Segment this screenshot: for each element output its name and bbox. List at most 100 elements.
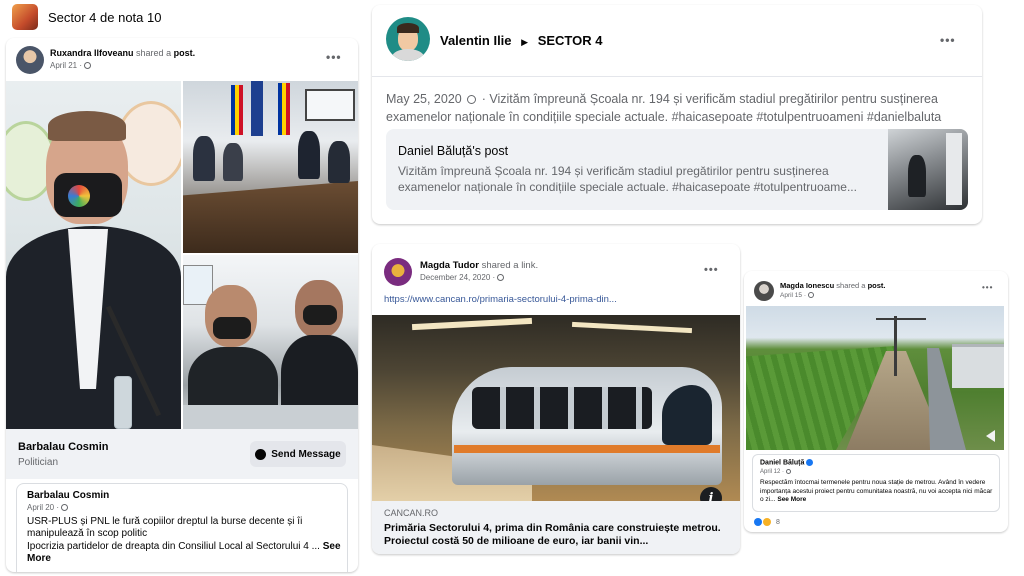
inner-date-link[interactable]: April 20 <box>27 503 54 512</box>
train-windows <box>472 387 652 429</box>
globe-icon <box>807 292 814 299</box>
meeting-table <box>183 181 358 253</box>
post-header-line: Valentin Ilie ▶ SECTOR 4 <box>440 33 602 48</box>
avatar[interactable] <box>754 281 774 301</box>
post-card-ruxandra: Ruxandra Ilfoveanu shared a post. April … <box>6 38 358 572</box>
globe-icon <box>785 469 791 474</box>
train-front-window <box>662 385 712 445</box>
crane-arm <box>876 318 926 320</box>
crane <box>894 316 897 376</box>
globe-icon <box>61 504 69 512</box>
inner-author[interactable]: Barbalau Cosmin <box>27 490 109 501</box>
post-header-line: Ruxandra Ilfoveanu shared a post. <box>50 48 195 58</box>
ceiling-light-1 <box>411 317 533 331</box>
action-text: shared a link. <box>481 260 539 271</box>
post-date: December 24, 2020 · <box>420 273 505 282</box>
reaction-count: 8 <box>776 518 780 526</box>
main-photo[interactable] <box>6 81 181 429</box>
inner-date: April 20 · <box>27 503 69 512</box>
link-preview-footer[interactable]: CANCAN.RO Primăria Sectorului 4, prima d… <box>372 501 740 554</box>
inner-date: April 12 · <box>760 469 791 475</box>
info-icon-glyph: i <box>708 490 714 502</box>
link-preview-image[interactable]: i <box>372 315 740 501</box>
shared-thumbnail[interactable] <box>888 129 968 210</box>
inner-author: Daniel Băluță <box>760 459 814 466</box>
action-object[interactable]: post. <box>174 48 196 58</box>
person-bald-mask <box>213 317 251 339</box>
date-link[interactable]: December 24, 2020 <box>420 273 490 282</box>
author-name[interactable]: Magda Tudor <box>420 260 479 271</box>
play-triangle-icon[interactable] <box>986 430 995 442</box>
send-message-button[interactable]: Send Message <box>250 441 346 467</box>
globe-icon <box>467 95 477 105</box>
ceiling-light-2 <box>571 321 693 334</box>
more-options-icon[interactable]: ••• <box>326 50 342 64</box>
action-text: shared a <box>836 281 866 290</box>
shared-url-link[interactable]: https://www.cancan.ro/primaria-sectorulu… <box>384 294 617 305</box>
page-category: Politician <box>18 457 59 468</box>
haha-reaction-icon <box>763 518 771 526</box>
construction-photo[interactable] <box>746 306 1004 450</box>
group-avatar[interactable] <box>12 4 38 30</box>
post-card-magda-tudor: Magda Tudor shared a link. December 24, … <box>372 244 740 554</box>
attendee-2 <box>223 143 243 181</box>
thumb-person <box>908 155 926 197</box>
avatar[interactable] <box>384 258 412 286</box>
more-options-icon[interactable]: ••• <box>940 33 956 47</box>
more-options-icon[interactable]: ••• <box>704 264 719 276</box>
avatar-body <box>392 49 424 61</box>
thumb-door <box>946 133 962 205</box>
action-text: shared a <box>136 48 172 58</box>
table-front <box>183 405 358 429</box>
warehouse <box>952 344 1004 388</box>
group-header: Sector 4 de nota 10 <box>0 0 365 34</box>
date-link[interactable]: April 15 <box>780 292 802 299</box>
action-object[interactable]: post. <box>868 281 886 290</box>
avatar[interactable] <box>16 46 44 74</box>
person-right-mask <box>303 305 337 325</box>
inner-author-name[interactable]: Daniel Băluță <box>760 459 804 466</box>
inner-text-1: USR-PLUS și PNL le fură copiilor dreptul… <box>27 516 303 539</box>
author-name[interactable]: Magda Ionescu <box>780 281 834 290</box>
post-date: April 15 · <box>780 292 814 299</box>
meeting-photo-bottom[interactable] <box>183 255 358 429</box>
screen <box>305 89 355 121</box>
meeting-photo-top[interactable] <box>183 81 358 253</box>
info-icon[interactable]: i <box>700 487 722 501</box>
mask-logo <box>68 185 90 207</box>
shared-post-box[interactable]: Daniel Băluță April 12 · Respectăm întoc… <box>752 454 1000 512</box>
inner-date-link[interactable]: April 12 <box>760 469 780 475</box>
post-date[interactable]: May 25, 2020 <box>386 92 462 106</box>
group-title[interactable]: Sector 4 de nota 10 <box>48 10 161 25</box>
link-headline[interactable]: Primăria Sectorului 4, prima din România… <box>384 522 724 548</box>
messenger-icon <box>255 448 267 460</box>
attendee-1 <box>193 136 215 181</box>
water-bottle <box>114 376 132 429</box>
face-mask <box>54 173 122 217</box>
shared-post-box[interactable]: Barbalau Cosmin April 20 · USR-PLUS și P… <box>16 483 348 572</box>
target-name[interactable]: SECTOR 4 <box>538 33 603 48</box>
post-header-line: Magda Tudor shared a link. <box>420 260 538 271</box>
person-hair <box>48 111 126 141</box>
verified-badge-icon <box>806 459 814 466</box>
inner-text: Respectăm întocmai termenele pentru noua… <box>760 479 994 505</box>
see-more-link[interactable]: See More <box>777 496 806 503</box>
reactions-row[interactable]: 8 <box>754 516 780 528</box>
shared-title[interactable]: Daniel Băluță's post <box>398 144 508 158</box>
author-name[interactable]: Ruxandra Ilfoveanu <box>50 48 134 58</box>
like-reaction-icon <box>754 518 762 526</box>
author-name[interactable]: Valentin Ilie <box>440 33 512 48</box>
flag-eu <box>251 81 263 136</box>
avatar[interactable] <box>386 17 430 61</box>
link-domain: CANCAN.RO <box>384 508 439 518</box>
post-card-magda-ionescu: Magda Ionescu shared a post. April 15 · … <box>744 271 1008 532</box>
date-link[interactable]: April 21 <box>50 61 77 70</box>
page-name[interactable]: Barbalau Cosmin <box>18 441 108 453</box>
avatar-hair <box>397 23 419 33</box>
post-text: May 25, 2020 · Vizităm împreună Școala n… <box>386 90 976 126</box>
more-options-icon[interactable]: ••• <box>982 283 993 292</box>
shared-post-box[interactable]: Daniel Băluță's post Vizităm împreună Șc… <box>386 129 968 210</box>
attendee-3 <box>298 131 320 179</box>
inner-text-2-body: Ipocrizia partidelor de dreapta din Cons… <box>27 541 320 552</box>
post-date: April 21 · <box>50 61 92 70</box>
